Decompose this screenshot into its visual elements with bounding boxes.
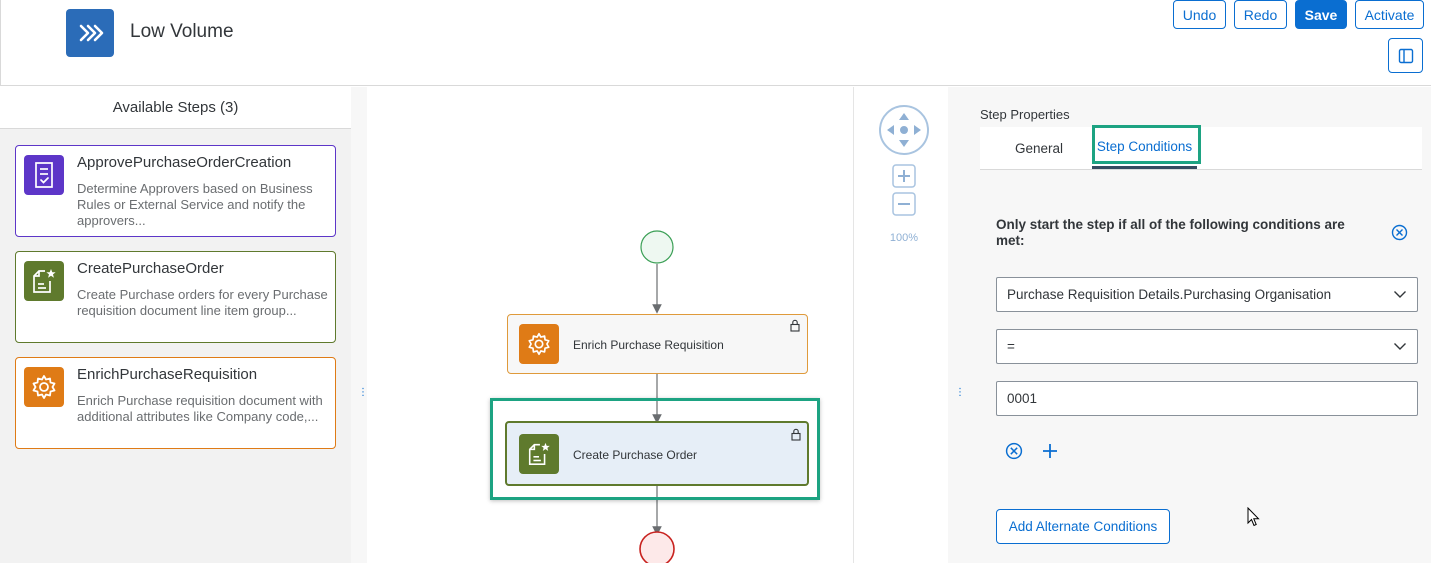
step-card-create-purchase-order[interactable]: CreatePurchaseOrder Create Purchase orde… [15,251,336,343]
add-alternate-conditions-button[interactable]: Add Alternate Conditions [996,509,1170,544]
field-select-value: Purchase Requisition Details.Purchasing … [1007,287,1332,302]
right-splitter[interactable]: ⋮ [948,87,965,563]
step-properties-title: Step Properties [980,107,1070,122]
step-card-description: Enrich Purchase requisition document wit… [77,393,323,424]
step-card-description: Create Purchase orders for every Purchas… [77,287,328,318]
field-select[interactable]: Purchase Requisition Details.Purchasing … [996,277,1418,312]
side-panel-toggle-button[interactable] [1388,38,1423,73]
node-label: Enrich Purchase Requisition [573,338,724,352]
gear-icon [24,367,64,407]
tab-general[interactable]: General [1000,127,1078,169]
end-event[interactable] [639,531,675,563]
undo-button[interactable]: Undo [1173,0,1226,29]
chevron-down-icon [1394,343,1406,350]
remove-condition-group-icon[interactable] [1391,224,1408,241]
condition-heading: Only start the step if all of the follow… [996,217,1345,248]
create-document-icon [24,261,64,301]
node-label: Create Purchase Order [573,448,698,462]
page-title: Low Volume [130,21,234,42]
save-button[interactable]: Save [1295,0,1347,29]
header-bar: Low Volume Undo Redo Save Activate [0,0,1431,86]
activate-button[interactable]: Activate [1355,0,1424,29]
start-event[interactable] [640,230,674,264]
tab-highlight [1092,125,1201,164]
step-card-enrich-purchase-requisition[interactable]: EnrichPurchaseRequisition Enrich Purchas… [15,357,336,449]
lock-icon [791,428,801,441]
gear-icon [519,324,559,364]
zoom-controls: 100% [855,87,948,563]
value-input-text: 0001 [1007,391,1038,406]
workflow-canvas[interactable]: Enrich Purchase Requisition Create Purch… [367,87,854,563]
zoom-out-icon[interactable] [892,192,916,216]
tab-bar: General Step Conditions [980,125,1422,170]
step-card-name: CreatePurchaseOrder [77,260,224,277]
zoom-in-icon[interactable] [892,164,916,188]
available-steps-title: Available Steps (3) [0,87,351,129]
operator-select-value: = [1007,339,1015,354]
approval-document-icon [24,155,64,195]
step-card-approve-purchase-order-creation[interactable]: ApprovePurchaseOrderCreation Determine A… [15,145,336,237]
value-input[interactable]: 0001 [996,381,1418,416]
step-properties-panel: Step Properties General Step Conditions … [964,87,1431,563]
step-card-description: Determine Approvers based on Business Ru… [77,181,313,228]
available-steps-panel: Available Steps (3) ApprovePurchaseOrder… [0,87,351,563]
lock-icon [790,319,800,332]
node-create-purchase-order[interactable]: Create Purchase Order [505,421,809,486]
zoom-level: 100% [889,232,919,244]
node-enrich-purchase-requisition[interactable]: Enrich Purchase Requisition [507,314,808,374]
add-condition-icon[interactable] [1041,442,1059,460]
chevron-down-icon [1394,291,1406,298]
mouse-cursor-icon [1247,507,1260,527]
redo-button[interactable]: Redo [1234,0,1287,29]
create-document-icon [519,434,559,474]
pan-control-icon[interactable] [878,104,930,156]
step-card-name: ApprovePurchaseOrderCreation [77,154,292,171]
left-splitter[interactable]: ⋮ [351,87,368,563]
step-card-name: EnrichPurchaseRequisition [77,366,258,383]
operator-select[interactable]: = [996,329,1418,364]
chevrons-right-icon [66,9,114,57]
remove-condition-icon[interactable] [1005,442,1023,460]
side-panel-icon [1398,48,1413,63]
